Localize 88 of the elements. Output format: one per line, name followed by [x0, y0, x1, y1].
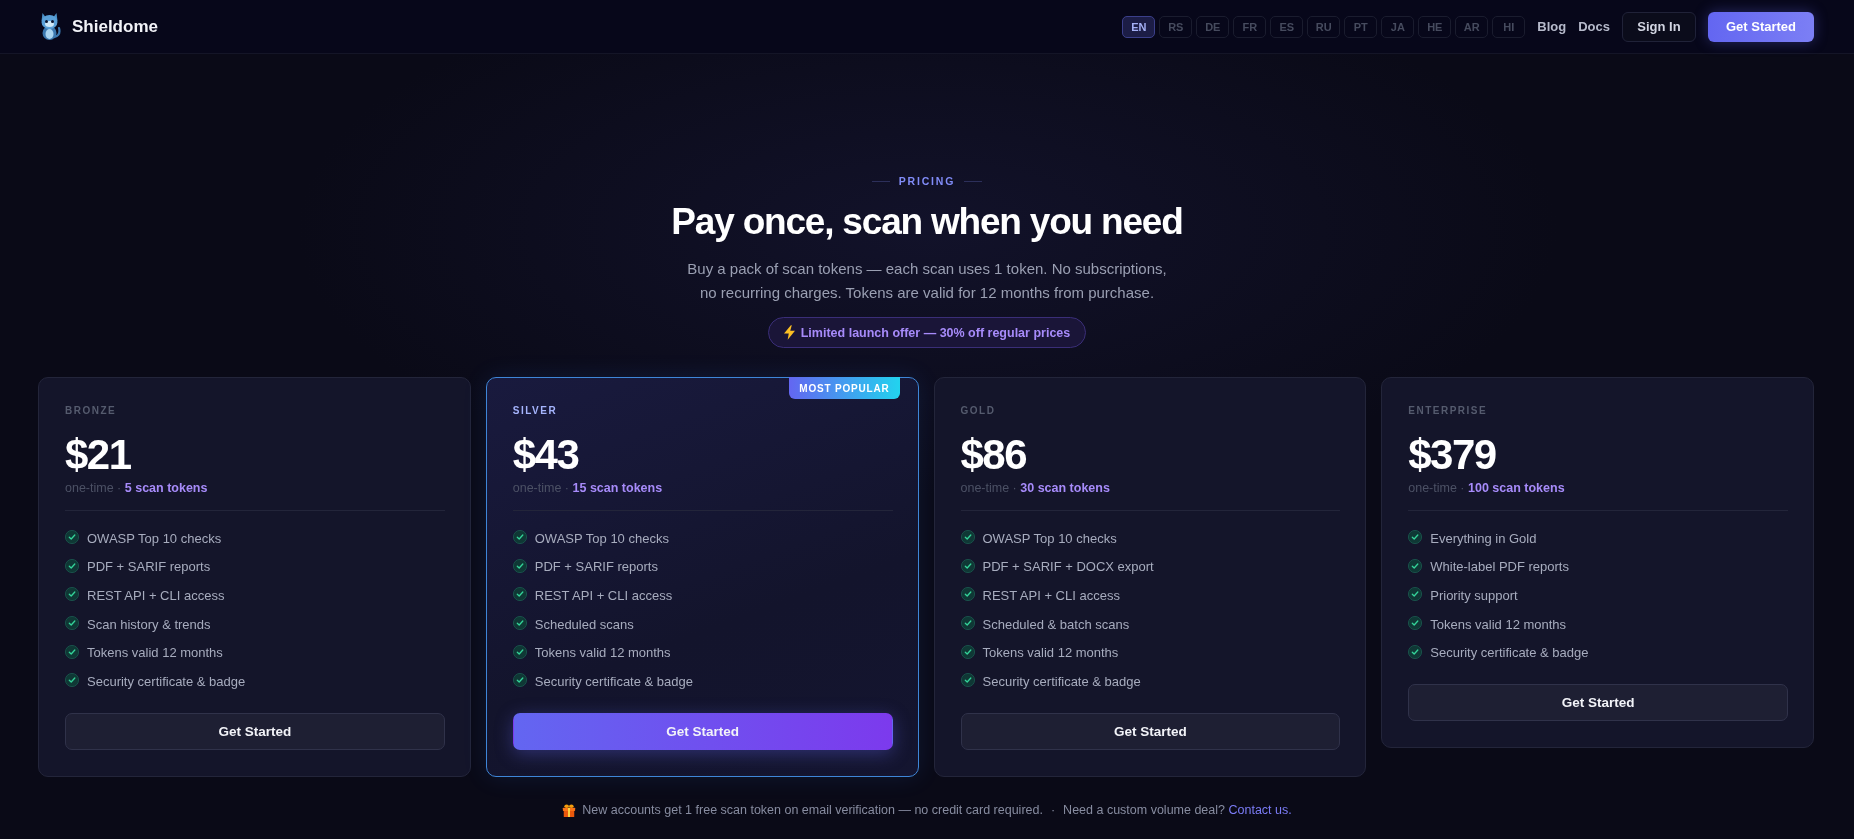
- nav-link[interactable]: Docs: [1578, 19, 1610, 34]
- language-tab[interactable]: HE: [1418, 15, 1452, 38]
- footer-note: New accounts get 1 free scan token on email verification — no credit card required. · Need a custom volume deal? Contact us.: [582, 801, 1292, 819]
- check-icon: [65, 644, 79, 659]
- feature-text: REST API + CLI access: [87, 588, 225, 603]
- get-started-button[interactable]: Get Started: [65, 712, 445, 750]
- plan-billing: one-time · 30 scan tokens: [960, 480, 1111, 497]
- plan-billing: one-time · 100 scan tokens: [1408, 480, 1566, 497]
- sign-in-button[interactable]: Sign In: [1622, 11, 1696, 42]
- check-icon: [65, 587, 79, 602]
- plan-price: $86: [960, 433, 1028, 477]
- get-started-button[interactable]: Get Started: [960, 712, 1341, 750]
- plan-name: SILVER: [512, 404, 559, 418]
- feature-text: Tokens valid 12 months: [87, 645, 223, 661]
- check-icon: [65, 530, 79, 545]
- feature-text: Priority support: [1430, 588, 1518, 603]
- check-icon: [960, 587, 975, 602]
- plan-price: $379: [1408, 433, 1497, 477]
- language-tab[interactable]: JA: [1381, 15, 1415, 38]
- language-tab[interactable]: RU: [1307, 15, 1341, 38]
- lightning-icon: [783, 325, 795, 340]
- language-tab[interactable]: AR: [1455, 15, 1489, 38]
- language-tab[interactable]: PT: [1344, 15, 1378, 38]
- check-icon: [960, 673, 975, 688]
- check-icon: [65, 616, 79, 631]
- plan-billing: one-time · 5 scan tokens: [65, 480, 209, 497]
- language-tab[interactable]: EN: [1122, 15, 1156, 38]
- feature-text: Tokens valid 12 months: [1430, 616, 1567, 632]
- feature-text: Tokens valid 12 months: [534, 645, 671, 661]
- check-icon: [512, 530, 527, 545]
- get-started-button[interactable]: Get Started: [1708, 11, 1814, 42]
- check-icon: [960, 530, 975, 545]
- feature-text: REST API + CLI access: [534, 588, 673, 603]
- check-icon: [960, 558, 975, 573]
- language-tab[interactable]: RS: [1159, 15, 1193, 38]
- plan-name: ENTERPRISE: [1408, 404, 1489, 418]
- feature-text: Security certificate & badge: [1430, 645, 1589, 661]
- feature-text: Security certificate & badge: [87, 673, 246, 689]
- page-subtitle: Buy a pack of scan tokens — each scan uses 1 token. No subscriptions, no recurring charges. Tokens are valid for 12 months from purchase.: [686, 259, 1168, 303]
- feature-text: REST API + CLI access: [982, 588, 1120, 603]
- cat-logo-icon: [40, 12, 62, 41]
- check-icon: [1408, 644, 1423, 659]
- feature-text: Security certificate & badge: [982, 673, 1141, 689]
- check-icon: [65, 673, 79, 688]
- brand-name: Shieldome: [72, 16, 158, 37]
- plan-price: $43: [512, 433, 580, 477]
- language-tab[interactable]: DE: [1196, 15, 1230, 38]
- check-icon: [512, 558, 527, 573]
- feature-text: White-label PDF reports: [1430, 559, 1569, 575]
- language-tab[interactable]: FR: [1233, 15, 1267, 38]
- feature-text: OWASP Top 10 checks: [534, 530, 669, 546]
- feature-text: Scan history & trends: [87, 616, 211, 632]
- check-icon: [512, 587, 527, 602]
- feature-text: PDF + SARIF + DOCX export: [982, 559, 1154, 575]
- feature-text: Tokens valid 12 months: [982, 645, 1119, 661]
- get-started-button[interactable]: Get Started: [512, 712, 893, 750]
- offer-text: Limited launch offer — 30% off regular prices: [800, 325, 1071, 340]
- plan-billing: one-time · 15 scan tokens: [512, 480, 664, 497]
- feature-text: OWASP Top 10 checks: [982, 530, 1117, 546]
- feature-text: Scheduled scans: [534, 616, 634, 632]
- page-title: Pay once, scan when you need: [671, 200, 1183, 244]
- check-icon: [1408, 558, 1423, 573]
- plan-price: $21: [65, 433, 132, 477]
- feature-text: PDF + SARIF reports: [534, 559, 658, 575]
- check-icon: [960, 644, 975, 659]
- get-started-button[interactable]: Get Started: [1408, 683, 1788, 721]
- check-icon: [1408, 616, 1423, 631]
- plan-name: BRONZE: [65, 404, 118, 418]
- check-icon: [512, 616, 527, 631]
- popular-tag: MOST POPULAR: [789, 377, 900, 399]
- language-tab[interactable]: HI: [1492, 15, 1526, 38]
- language-tab[interactable]: ES: [1270, 15, 1304, 38]
- check-icon: [512, 644, 527, 659]
- check-icon: [960, 616, 975, 631]
- contact-link[interactable]: Contact us.: [1228, 802, 1292, 817]
- check-icon: [1408, 530, 1423, 545]
- check-icon: [512, 673, 527, 688]
- plan-name: GOLD: [960, 404, 997, 418]
- feature-text: PDF + SARIF reports: [87, 559, 211, 575]
- check-icon: [65, 558, 79, 573]
- gift-icon: [562, 802, 577, 817]
- section-eyebrow: PRICING: [898, 174, 956, 188]
- check-icon: [1408, 587, 1423, 602]
- feature-text: Everything in Gold: [1430, 530, 1537, 546]
- feature-text: OWASP Top 10 checks: [87, 530, 222, 546]
- feature-text: Security certificate & badge: [534, 673, 693, 689]
- feature-text: Scheduled & batch scans: [982, 616, 1130, 632]
- nav-link[interactable]: Blog: [1537, 19, 1567, 34]
